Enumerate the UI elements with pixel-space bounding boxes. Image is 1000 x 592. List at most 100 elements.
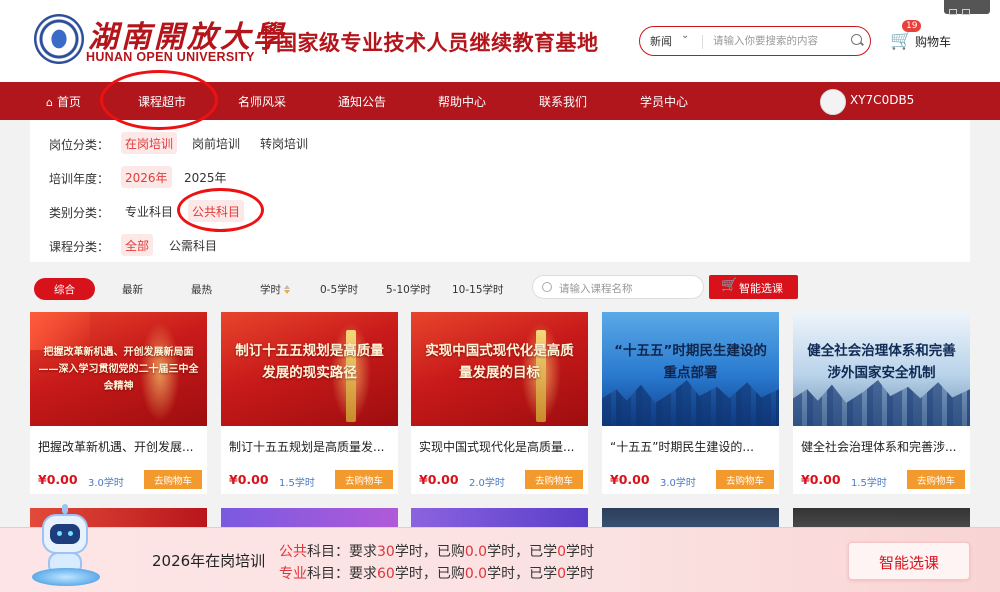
cart-label[interactable]: 购物车	[915, 33, 951, 50]
sort-hottest[interactable]: 最热	[191, 282, 212, 297]
thumbnail-title: 把握改革新机遇、开创发展新局面——深入学习贯彻党的二十届三中全会精神	[38, 347, 199, 392]
requirement-title: 2026年在岗培训	[152, 552, 266, 570]
robot-assistant-icon[interactable]	[32, 500, 104, 590]
course-thumbnail[interactable]: 把握改革新机遇、开创发展新局面——深入学习贯彻党的二十届三中全会精神	[30, 312, 207, 426]
filter-option-pre-job[interactable]: 岗前培训	[188, 132, 244, 154]
course-name[interactable]: 健全社会治理体系和完善涉...	[801, 438, 963, 455]
filter-label: 培训年度：	[49, 172, 110, 186]
filter-option-all[interactable]: 全部	[121, 234, 154, 256]
requirement-unit: 学时	[566, 544, 595, 560]
course-price: ¥0.00	[38, 472, 78, 487]
nav-teachers[interactable]: 名师风采	[238, 93, 286, 110]
course-thumbnail[interactable]: “十五五”时期民生建设的重点部署	[602, 312, 779, 426]
requirement-text: 科目：要求	[307, 544, 377, 560]
filter-label: 类别分类：	[49, 206, 110, 220]
requirement-text: 学时，已学	[487, 544, 558, 560]
learned-hours: 0	[557, 566, 567, 582]
main-nav: ⌂ 首页 课程超市 名师风采 通知公告 帮助中心 联系我们 学员中心 XY7C0D…	[0, 82, 1000, 120]
nav-home-label: 首页	[56, 95, 81, 109]
sort-newest[interactable]: 最新	[122, 282, 143, 297]
filter-label: 岗位分类：	[49, 138, 110, 152]
skyline-decoration	[793, 380, 970, 426]
required-hours: 30	[377, 544, 395, 560]
course-name[interactable]: “十五五”时期民生建设的...	[610, 438, 772, 455]
requirement-text: 学时，已购	[394, 544, 465, 560]
university-emblem-icon[interactable]	[34, 14, 84, 64]
search-input[interactable]: 请输入你要搜索的内容	[713, 33, 818, 48]
course-card[interactable]: 制订十五五规划是高质量发展的现实路径 制订十五五规划是高质量发... ¥0.00…	[221, 312, 398, 494]
thumbnail-title: 实现中国式现代化是高质量发展的目标	[425, 343, 574, 381]
smart-select-button[interactable]: 🛒 智能选课	[709, 275, 798, 299]
nav-course-market[interactable]: 课程超市	[138, 93, 186, 110]
course-thumbnail[interactable]: 实现中国式现代化是高质量发展的目标	[411, 312, 588, 426]
smart-select-label: 智能选课	[739, 282, 783, 295]
go-to-cart-button[interactable]: 去购物车	[525, 470, 583, 489]
filter-option-2025[interactable]: 2025年	[180, 166, 231, 188]
filter-option-2026[interactable]: 2026年	[121, 166, 172, 188]
go-to-cart-button[interactable]: 去购物车	[716, 470, 774, 489]
sort-bar: 综合 最新 最热 学时 0-5学时 5-10学时 10-15学时 请输入课程名称…	[30, 274, 970, 304]
search-icon[interactable]	[851, 34, 862, 45]
requirement-category: 专业	[279, 566, 307, 582]
course-price: ¥0.00	[801, 472, 841, 487]
course-hours: 3.0学时	[88, 478, 124, 489]
site-title: 国家级专业技术人员继续教育基地	[276, 31, 599, 55]
sort-hours[interactable]: 学时	[260, 282, 291, 297]
requirement-professional: 专业科目：要求60学时，已购0.0学时，已学0学时	[279, 563, 594, 583]
nav-notices[interactable]: 通知公告	[338, 93, 386, 110]
logo-english[interactable]: HUNAN OPEN UNIVERSITY	[86, 50, 255, 64]
course-card[interactable]: 把握改革新机遇、开创发展新局面——深入学习贯彻党的二十届三中全会精神 把握改革新…	[30, 312, 207, 494]
avatar[interactable]	[820, 89, 846, 115]
sort-comprehensive[interactable]: 综合	[34, 278, 95, 300]
go-to-cart-button[interactable]: 去购物车	[907, 470, 965, 489]
robot-head	[42, 514, 88, 554]
course-thumbnail[interactable]: 制订十五五规划是高质量发展的现实路径	[221, 312, 398, 426]
requirement-text: 科目：要求	[307, 566, 377, 582]
filter-hours-5-10[interactable]: 5-10学时	[386, 282, 431, 297]
filter-hours-10-15[interactable]: 10-15学时	[452, 282, 504, 297]
window-toggle-icon[interactable]	[944, 0, 990, 15]
course-price: ¥0.00	[419, 472, 459, 487]
course-search-input[interactable]: 请输入课程名称	[559, 281, 633, 296]
robot-base	[32, 568, 100, 586]
course-thumbnail[interactable]: 健全社会治理体系和完善涉外国家安全机制	[793, 312, 970, 426]
chevron-down-icon[interactable]: ⌄	[681, 30, 689, 41]
nav-help[interactable]: 帮助中心	[438, 93, 486, 110]
course-card[interactable]: “十五五”时期民生建设的重点部署 “十五五”时期民生建设的... ¥0.00 3…	[602, 312, 779, 494]
filter-option-on-job[interactable]: 在岗培训	[121, 132, 178, 154]
filter-option-public[interactable]: 公共科目	[188, 200, 245, 222]
footer-smart-select-button[interactable]: 智能选课	[848, 542, 970, 580]
robot-antenna	[62, 504, 68, 514]
sort-arrows-icon	[283, 285, 291, 295]
go-to-cart-button[interactable]: 去购物车	[335, 470, 393, 489]
requirement-public: 公共科目：要求30学时，已购0.0学时，已学0学时	[279, 541, 594, 561]
nav-contact[interactable]: 联系我们	[539, 93, 587, 110]
course-card[interactable]: 实现中国式现代化是高质量发展的目标 实现中国式现代化是高质量... ¥0.00 …	[411, 312, 588, 494]
thumbnail-title: “十五五”时期民生建设的重点部署	[614, 343, 767, 381]
course-name[interactable]: 把握改革新机遇、开创发展...	[38, 438, 200, 455]
filter-option-required[interactable]: 公需科目	[165, 234, 221, 256]
filter-hours-0-5[interactable]: 0-5学时	[320, 282, 358, 297]
course-price: ¥0.00	[229, 472, 269, 487]
username[interactable]: XY7C0DB5	[850, 93, 914, 107]
requirement-text: 学时，已学	[487, 566, 558, 582]
course-search[interactable]: 请输入课程名称	[532, 275, 704, 299]
filter-option-professional[interactable]: 专业科目	[121, 200, 177, 222]
go-to-cart-button[interactable]: 去购物车	[144, 470, 202, 489]
filter-option-transfer[interactable]: 转岗培训	[256, 132, 312, 154]
learned-hours: 0	[557, 544, 567, 560]
cart-link[interactable]: 🛒 19 购物车	[890, 20, 970, 54]
search-scope-select[interactable]: 新闻	[650, 33, 672, 49]
course-name[interactable]: 制订十五五规划是高质量发...	[229, 438, 391, 455]
nav-student-center[interactable]: 学员中心	[640, 93, 688, 110]
nav-home[interactable]: ⌂ 首页	[46, 93, 81, 110]
course-hours: 1.5学时	[279, 478, 315, 489]
search-icon	[542, 282, 552, 292]
site-header: 湖南開放大學 HUNAN OPEN UNIVERSITY 国家级专业技术人员继续…	[0, 0, 1000, 82]
cart-icon[interactable]: 🛒	[890, 30, 912, 51]
course-card[interactable]: 健全社会治理体系和完善涉外国家安全机制 健全社会治理体系和完善涉... ¥0.0…	[793, 312, 970, 494]
cart-icon: 🛒	[721, 278, 738, 293]
course-name[interactable]: 实现中国式现代化是高质量...	[419, 438, 581, 455]
skyline-decoration	[602, 380, 779, 426]
search-divider	[702, 35, 703, 49]
